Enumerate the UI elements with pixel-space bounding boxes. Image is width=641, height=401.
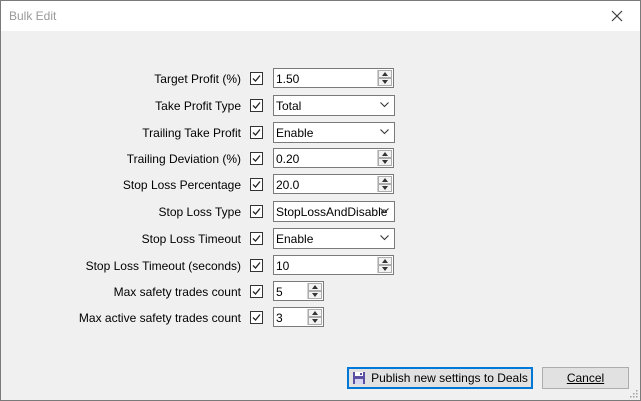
close-icon: [611, 10, 623, 22]
field-label: Stop Loss Timeout: [141, 232, 241, 246]
trailing-deviation-input[interactable]: 0.20: [273, 148, 394, 168]
spin-up-icon: [382, 152, 388, 156]
checkmark-icon: [252, 235, 261, 242]
field-label: Stop Loss Percentage: [122, 178, 241, 192]
field-checkbox[interactable]: [250, 205, 263, 218]
spin-down-button[interactable]: [378, 184, 392, 192]
spin-down-button[interactable]: [378, 78, 392, 86]
checkmark-icon: [252, 314, 261, 321]
spin-down-icon: [382, 267, 388, 271]
checkmark-icon: [252, 288, 261, 295]
spin-up-icon: [312, 311, 318, 315]
field-label: Take Profit Type: [155, 99, 241, 113]
spin-up-button[interactable]: [378, 150, 392, 158]
field-label: Max active safety trades count: [78, 311, 241, 325]
stop-loss-timeout-select[interactable]: Enable: [273, 228, 395, 249]
spin-up-button[interactable]: [378, 257, 392, 265]
spin-up-button[interactable]: [378, 176, 392, 184]
chevron-down-icon: [380, 235, 389, 241]
chevron-down-icon: [380, 102, 389, 108]
spin-down-icon: [382, 80, 388, 84]
field-label: Stop Loss Type: [158, 205, 242, 219]
field-checkbox[interactable]: [250, 232, 263, 245]
close-button[interactable]: [594, 1, 640, 31]
cancel-button[interactable]: Cancel: [542, 367, 629, 389]
title-bar: Bulk Edit: [1, 1, 640, 31]
spin-up-icon: [382, 259, 388, 263]
stop-loss-percentage-input[interactable]: 20.0: [273, 174, 394, 194]
window-title: Bulk Edit: [9, 9, 57, 23]
target-profit-input[interactable]: 1.50: [273, 68, 394, 88]
spin-up-button[interactable]: [308, 309, 322, 317]
spin-down-button[interactable]: [378, 265, 392, 273]
spin-down-icon: [382, 186, 388, 190]
field-row-stop-loss-type: Stop Loss Type StopLossAndDisable: [1, 201, 640, 223]
field-label: Trailing Take Profit: [142, 126, 241, 140]
field-checkbox[interactable]: [250, 259, 263, 272]
max-safety-trades-count-input[interactable]: 5: [273, 281, 324, 301]
field-checkbox[interactable]: [250, 126, 263, 139]
spin-down-icon: [312, 293, 318, 297]
field-row-trailing-take-profit: Trailing Take Profit Enable: [1, 122, 640, 144]
take-profit-type-select[interactable]: Total: [273, 95, 395, 116]
bulk-edit-dialog: Bulk Edit Target Profit (%) 1.50 Take Pr…: [0, 0, 641, 401]
cancel-button-label: Cancel: [566, 371, 605, 385]
spin-down-icon: [312, 319, 318, 323]
field-row-max-active-safety-trades-count: Max active safety trades count 3: [1, 307, 640, 329]
spin-up-button[interactable]: [378, 70, 392, 78]
checkmark-icon: [252, 75, 261, 82]
field-row-take-profit-type: Take Profit Type Total: [1, 95, 640, 117]
field-row-stop-loss-timeout: Stop Loss Timeout Enable: [1, 228, 640, 250]
field-checkbox[interactable]: [250, 285, 263, 298]
spin-up-icon: [312, 285, 318, 289]
checkmark-icon: [252, 181, 261, 188]
checkmark-icon: [252, 102, 261, 109]
field-checkbox[interactable]: [250, 311, 263, 324]
field-row-trailing-deviation: Trailing Deviation (%) 0.20: [1, 148, 640, 170]
field-label: Trailing Deviation (%): [126, 152, 241, 166]
checkmark-icon: [252, 262, 261, 269]
spin-up-button[interactable]: [308, 283, 322, 291]
chevron-down-icon: [380, 208, 389, 214]
publish-button[interactable]: Publish new settings to Deals: [347, 367, 533, 389]
field-row-max-safety-trades-count: Max safety trades count 5: [1, 281, 640, 303]
checkmark-icon: [252, 129, 261, 136]
save-icon: [352, 371, 366, 385]
checkmark-icon: [252, 208, 261, 215]
max-active-safety-trades-count-input[interactable]: 3: [273, 307, 324, 327]
stop-loss-type-select[interactable]: StopLossAndDisable: [273, 201, 395, 222]
field-checkbox[interactable]: [250, 152, 263, 165]
spin-up-icon: [382, 72, 388, 76]
trailing-take-profit-select[interactable]: Enable: [273, 122, 395, 143]
field-checkbox[interactable]: [250, 178, 263, 191]
spin-down-button[interactable]: [308, 291, 322, 299]
spin-down-icon: [382, 160, 388, 164]
field-row-stop-loss-percentage: Stop Loss Percentage 20.0: [1, 174, 640, 196]
spin-up-icon: [382, 178, 388, 182]
publish-button-label: Publish new settings to Deals: [371, 371, 528, 385]
field-label: Target Profit (%): [154, 72, 241, 86]
field-row-stop-loss-timeout-seconds: Stop Loss Timeout (seconds) 10: [1, 255, 640, 277]
spin-down-button[interactable]: [308, 317, 322, 325]
checkmark-icon: [252, 155, 261, 162]
stop-loss-timeout-seconds-input[interactable]: 10: [273, 255, 394, 275]
field-label: Max safety trades count: [113, 285, 241, 299]
field-label: Stop Loss Timeout (seconds): [85, 259, 241, 273]
field-checkbox[interactable]: [250, 99, 263, 112]
field-checkbox[interactable]: [250, 72, 263, 85]
chevron-down-icon: [380, 129, 389, 135]
spin-down-button[interactable]: [378, 158, 392, 166]
field-row-target-profit: Target Profit (%) 1.50: [1, 68, 640, 90]
resize-grip-icon[interactable]: [628, 388, 638, 398]
